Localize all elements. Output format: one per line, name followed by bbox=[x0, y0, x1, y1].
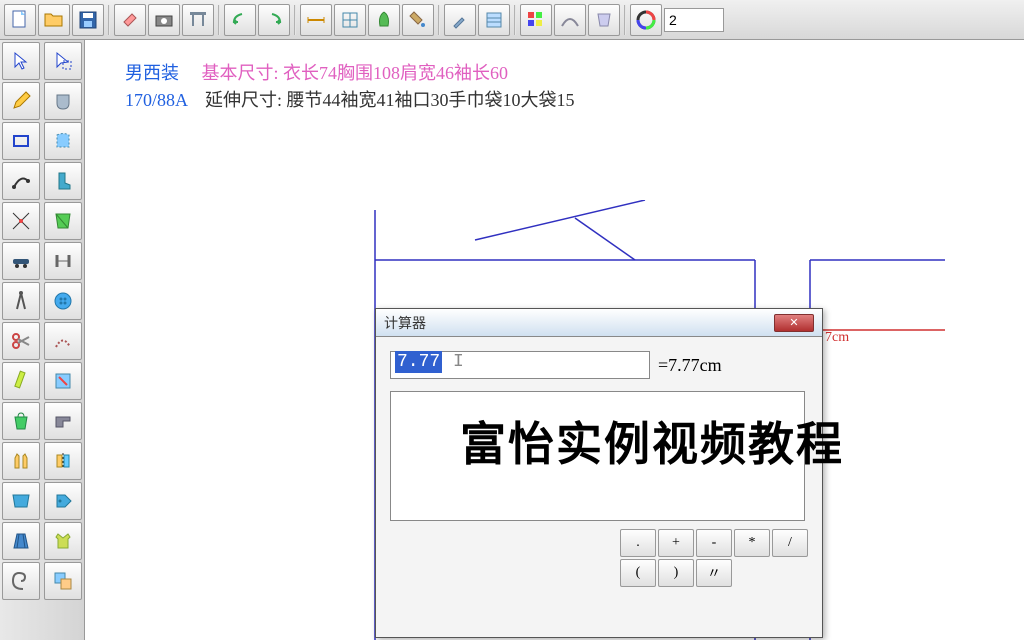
new-file-button[interactable] bbox=[4, 4, 36, 36]
select-tool[interactable] bbox=[44, 42, 82, 80]
fabric-tool[interactable] bbox=[2, 482, 40, 520]
vest2-tool[interactable] bbox=[44, 522, 82, 560]
key-rparen[interactable]: ) bbox=[658, 559, 694, 587]
texture-button[interactable] bbox=[478, 4, 510, 36]
anchor-tool[interactable] bbox=[2, 202, 40, 240]
close-button[interactable]: ✕ bbox=[774, 314, 814, 332]
info-text-block: 男西装 基本尺寸: 衣长74胸围108肩宽46袖长60 170/88A 延伸尺寸… bbox=[125, 60, 984, 114]
colorwheel-button[interactable] bbox=[630, 4, 662, 36]
machine-tool[interactable] bbox=[44, 402, 82, 440]
key-plus[interactable]: + bbox=[658, 529, 694, 557]
pen2-tool[interactable] bbox=[2, 362, 40, 400]
key-dot[interactable]: . bbox=[620, 529, 656, 557]
calculator-result: =7.77cm bbox=[658, 355, 722, 376]
boot-tool[interactable] bbox=[44, 162, 82, 200]
measure-button[interactable] bbox=[300, 4, 332, 36]
toolbar-divider bbox=[294, 5, 296, 35]
shape-button[interactable] bbox=[368, 4, 400, 36]
undo-button[interactable] bbox=[224, 4, 256, 36]
toolbar-divider bbox=[624, 5, 626, 35]
calculator-keypad: . + - * / ( ) 〃 bbox=[620, 529, 808, 587]
save-button[interactable] bbox=[72, 4, 104, 36]
red-annotation: 7cm bbox=[825, 330, 849, 346]
left-toolbars bbox=[0, 40, 85, 640]
edit-tool[interactable] bbox=[44, 362, 82, 400]
basic-size-values: 衣长74胸围108肩宽46袖长60 bbox=[283, 63, 508, 83]
watermark-text: 富怡实例视频教程 bbox=[460, 408, 844, 474]
curve-tool-button[interactable] bbox=[554, 4, 586, 36]
tag-tool[interactable] bbox=[44, 482, 82, 520]
eraser-button[interactable] bbox=[114, 4, 146, 36]
scissors-tool[interactable] bbox=[2, 322, 40, 360]
spiral-tool[interactable] bbox=[2, 562, 40, 600]
redo-button[interactable] bbox=[258, 4, 290, 36]
pencil-tool[interactable] bbox=[2, 82, 40, 120]
garment-name: 男西装 bbox=[125, 63, 179, 83]
calculator-titlebar[interactable]: 计算器 ✕ bbox=[376, 309, 822, 337]
grid-button[interactable] bbox=[334, 4, 366, 36]
seam-tool[interactable] bbox=[44, 322, 82, 360]
brush-button[interactable] bbox=[444, 4, 476, 36]
ruler-tool[interactable] bbox=[44, 242, 82, 280]
toolbar-divider bbox=[514, 5, 516, 35]
piece-tool[interactable] bbox=[44, 122, 82, 160]
paint-button[interactable] bbox=[402, 4, 434, 36]
pointer-tool[interactable] bbox=[2, 42, 40, 80]
key-quote[interactable]: 〃 bbox=[696, 559, 732, 587]
plotter-button[interactable] bbox=[182, 4, 214, 36]
tool-column-2 bbox=[42, 40, 84, 640]
canvas-area: 男西装 基本尺寸: 衣长74胸围108肩宽46袖长60 170/88A 延伸尺寸… bbox=[85, 40, 1024, 640]
key-divide[interactable]: / bbox=[772, 529, 808, 557]
toolbar-divider bbox=[108, 5, 110, 35]
toolbar-divider bbox=[218, 5, 220, 35]
compass-tool[interactable] bbox=[2, 282, 40, 320]
toolbar-divider bbox=[438, 5, 440, 35]
rectangle-tool[interactable] bbox=[2, 122, 40, 160]
palette-button[interactable] bbox=[520, 4, 552, 36]
vehicle-tool[interactable] bbox=[2, 242, 40, 280]
skirt-tool[interactable] bbox=[2, 522, 40, 560]
tool-column-1 bbox=[0, 40, 42, 640]
key-lparen[interactable]: ( bbox=[620, 559, 656, 587]
flip-tool[interactable] bbox=[44, 442, 82, 480]
basic-size-label: 基本尺寸: bbox=[202, 63, 279, 83]
ext-size-label: 延伸尺寸: bbox=[205, 90, 282, 110]
size-spec: 170/88A bbox=[125, 90, 187, 110]
camera-button[interactable] bbox=[148, 4, 180, 36]
curve-tool[interactable] bbox=[2, 162, 40, 200]
vest-tool[interactable] bbox=[2, 442, 40, 480]
key-multiply[interactable]: * bbox=[734, 529, 770, 557]
pocket-tool[interactable] bbox=[44, 82, 82, 120]
pattern-tool[interactable] bbox=[44, 202, 82, 240]
key-minus[interactable]: - bbox=[696, 529, 732, 557]
clone-tool[interactable] bbox=[44, 562, 82, 600]
ext-size-values: 腰节44袖宽41袖口30手巾袋10大袋15 bbox=[287, 90, 575, 110]
button-tool[interactable] bbox=[44, 282, 82, 320]
bag-tool[interactable] bbox=[2, 402, 40, 440]
top-toolbar bbox=[0, 0, 1024, 40]
calculator-title: 计算器 bbox=[384, 313, 426, 333]
calculator-input[interactable]: 7.77 I bbox=[390, 351, 650, 379]
toolbar-number-input[interactable] bbox=[664, 8, 724, 32]
open-file-button[interactable] bbox=[38, 4, 70, 36]
misc-tool-button[interactable] bbox=[588, 4, 620, 36]
